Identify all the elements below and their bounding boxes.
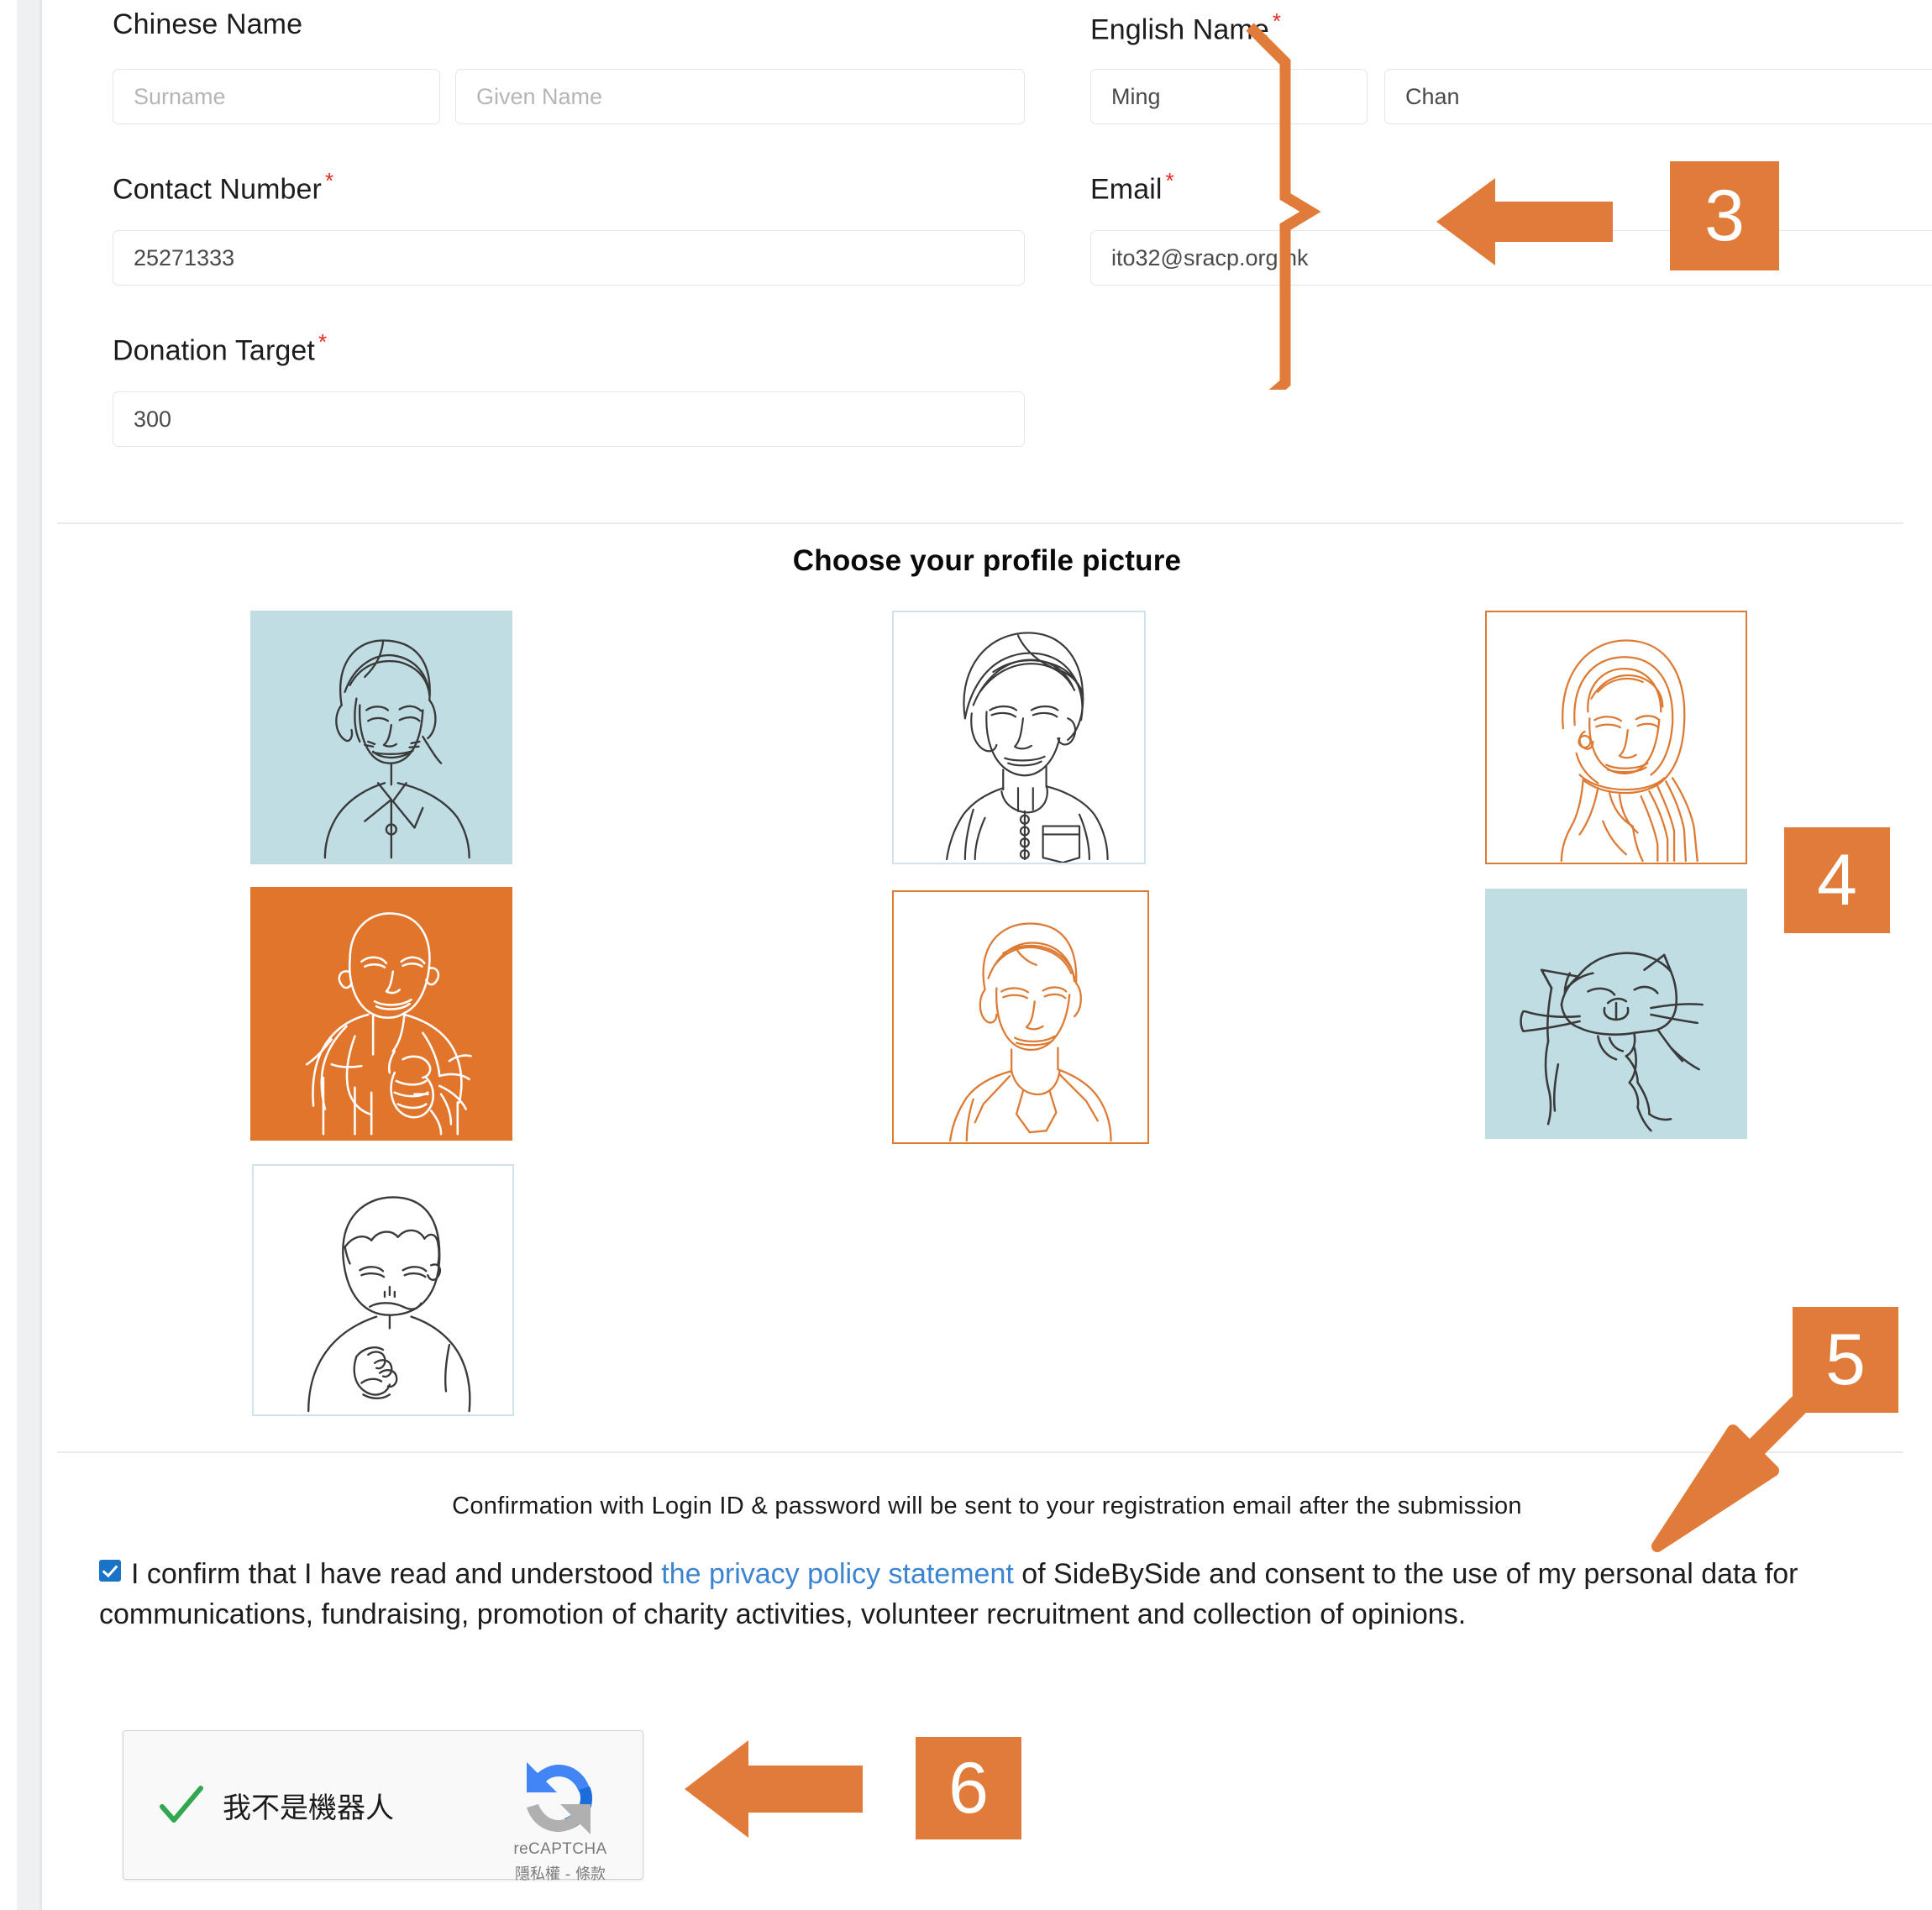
avatar-option-elderly-person[interactable]	[250, 887, 512, 1141]
annotation-brace-3	[1246, 23, 1321, 390]
privacy-consent-text-before: I confirm that I have read and understoo…	[131, 1558, 662, 1590]
email-label: Email *	[1090, 168, 1174, 206]
recaptcha-logo-icon	[527, 1762, 592, 1834]
recaptcha-brand-text: reCAPTCHA	[513, 1840, 607, 1858]
avatar-option-woman-hijab[interactable]	[1485, 611, 1747, 864]
privacy-consent-checkbox[interactable]	[99, 1560, 121, 1582]
submission-note-text: Confirmation with Login ID & password wi…	[452, 1493, 1522, 1519]
email-label-text: Email	[1090, 173, 1163, 206]
contact-number-label: Contact Number *	[113, 168, 333, 206]
english-first-name-value: Ming	[1111, 83, 1161, 109]
annotation-marker-4-number: 4	[1817, 840, 1857, 921]
annotation-marker-4: 4	[1784, 827, 1890, 933]
contact-number-value: 25271333	[134, 244, 235, 270]
page-outer-margin	[0, 0, 17, 1910]
registration-form-card: Chinese Name Surname Given Name English …	[42, 0, 1932, 1910]
donation-target-label: Donation Target *	[113, 329, 327, 367]
privacy-policy-link[interactable]: the privacy policy statement	[661, 1558, 1014, 1590]
recaptcha-terms-text: 隱私權 - 條款	[515, 1865, 606, 1883]
recaptcha-label: 我不是機器人	[223, 1792, 394, 1825]
avatar-option-young-man[interactable]	[892, 890, 1149, 1144]
avatar-option-man-turban[interactable]	[892, 611, 1146, 864]
chinese-given-name-placeholder: Given Name	[476, 83, 603, 109]
recaptcha-check-icon	[160, 1786, 203, 1823]
donation-target-label-text: Donation Target	[113, 334, 315, 367]
annotation-arrow-6	[685, 1740, 863, 1838]
english-last-name-value: Chan	[1405, 83, 1460, 109]
chinese-given-name-input[interactable]: Given Name	[455, 69, 1025, 124]
avatar-option-child-boy[interactable]	[252, 1164, 514, 1416]
annotation-arrow-3	[1436, 178, 1613, 265]
avatar-option-cat[interactable]	[1485, 889, 1747, 1139]
page-background-strip	[17, 0, 39, 1910]
avatar-woman-smiling-icon	[323, 639, 470, 859]
chinese-surname-input[interactable]: Surname	[113, 69, 440, 124]
avatar-elderly-person-icon	[305, 912, 472, 1136]
donation-target-required-asterisk: *	[318, 329, 328, 354]
chinese-name-label: Chinese Name	[113, 8, 302, 41]
chinese-name-label-text: Chinese Name	[113, 8, 303, 40]
annotation-marker-3-number: 3	[1704, 176, 1745, 256]
screenshot-root: Chinese Name Surname Given Name English …	[0, 0, 1932, 1910]
annotation-marker-5-number: 5	[1825, 1320, 1866, 1400]
privacy-consent-row: I confirm that I have read and understoo…	[99, 1554, 1888, 1635]
avatar-option-woman-smiling[interactable]	[250, 611, 512, 864]
english-last-name-input[interactable]: Chan	[1384, 69, 1932, 124]
profile-picker-title: Choose your profile picture	[42, 544, 1932, 578]
avatar-cat-icon	[1520, 952, 1704, 1132]
annotation-marker-6-number: 6	[948, 1748, 989, 1829]
avatar-woman-hijab-icon	[1560, 639, 1698, 863]
donation-target-value: 300	[134, 406, 172, 432]
divider-above-picker	[57, 522, 1903, 524]
donation-target-input[interactable]: 300	[113, 391, 1025, 447]
annotation-marker-6: 6	[916, 1737, 1021, 1839]
contact-number-input[interactable]: 25271333	[113, 230, 1025, 286]
email-required-asterisk: *	[1165, 168, 1174, 193]
contact-number-required-asterisk: *	[324, 168, 334, 193]
recaptcha-widget[interactable]: 我不是機器人 reCAPTCHA 隱私權 - 條款	[123, 1730, 643, 1883]
chinese-surname-placeholder: Surname	[134, 83, 226, 109]
profile-picker-title-text: Choose your profile picture	[792, 544, 1182, 577]
avatar-man-turban-icon	[946, 632, 1109, 863]
annotation-arrow-5	[1651, 1396, 1808, 1552]
contact-number-label-text: Contact Number	[113, 173, 322, 206]
avatar-young-man-icon	[948, 922, 1112, 1142]
annotation-marker-3: 3	[1670, 161, 1779, 270]
divider-below-picker	[57, 1451, 1903, 1453]
avatar-child-boy-icon	[307, 1196, 471, 1413]
